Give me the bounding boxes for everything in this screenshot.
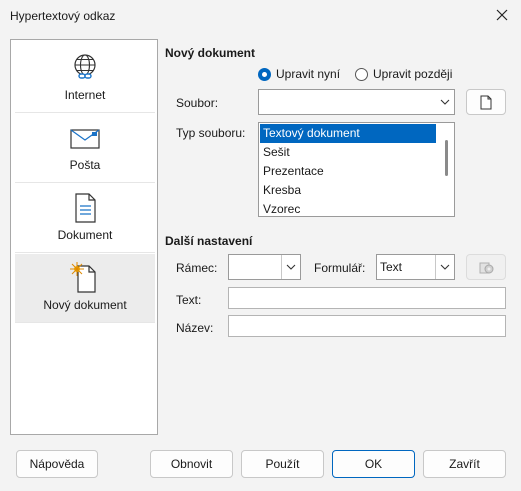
list-item[interactable]: Prezentace — [260, 162, 436, 181]
further-settings-heading: Další nastavení — [165, 234, 253, 248]
name-input[interactable] — [228, 315, 506, 337]
radio-unselected-indicator — [355, 67, 368, 81]
name-label: Název: — [176, 321, 214, 335]
close-button[interactable] — [489, 4, 515, 26]
dropdown-arrow[interactable] — [436, 90, 454, 114]
apply-button[interactable]: Použít — [241, 450, 324, 478]
sidebar-item-new-document[interactable]: Nový dokument — [15, 254, 155, 323]
edit-now-label: Upravit nyní — [276, 67, 341, 81]
sidebar-item-label: Internet — [64, 88, 106, 102]
edit-later-radio[interactable]: Upravit později — [355, 67, 452, 81]
file-type-label: Typ souboru: — [176, 126, 246, 140]
sidebar-item-mail[interactable]: Pošta — [15, 114, 155, 183]
file-combo[interactable] — [258, 89, 455, 115]
list-item[interactable]: Sešit — [260, 143, 436, 162]
macro-gear-icon — [479, 262, 494, 274]
list-scrollbar-thumb[interactable] — [445, 140, 448, 176]
dropdown-arrow[interactable] — [281, 255, 300, 279]
file-label: Soubor: — [176, 96, 219, 110]
text-label: Text: — [176, 293, 202, 307]
hyperlink-type-sidebar: Internet Pošta Dokument Nový dokument — [10, 39, 158, 435]
close-icon — [496, 9, 508, 21]
sidebar-item-internet[interactable]: Internet — [15, 44, 155, 113]
chevron-down-icon — [286, 264, 296, 270]
edit-now-radio[interactable]: Upravit nyní — [258, 67, 340, 81]
new-document-heading: Nový dokument — [165, 46, 256, 60]
sidebar-item-label: Nový dokument — [43, 298, 127, 312]
events-button[interactable] — [466, 254, 506, 280]
list-item-selected[interactable]: Textový dokument — [260, 124, 436, 143]
sidebar-item-label: Dokument — [57, 228, 113, 242]
chevron-down-icon — [440, 99, 450, 105]
radio-selected-indicator — [258, 67, 271, 81]
mail-envelope-icon — [70, 129, 100, 149]
form-combo[interactable]: Text — [376, 254, 455, 280]
document-icon — [75, 193, 96, 223]
frame-combo[interactable] — [228, 254, 301, 280]
close-dialog-button[interactable]: Zavřít — [423, 450, 506, 478]
frame-label: Rámec: — [176, 261, 218, 275]
new-document-icon — [70, 262, 96, 293]
globe-link-icon — [74, 54, 96, 79]
reset-button[interactable]: Obnovit — [150, 450, 233, 478]
document-icon — [480, 95, 492, 109]
window-title: Hypertextový odkaz — [10, 9, 116, 23]
form-label: Formulář: — [314, 261, 366, 275]
chevron-down-icon — [440, 264, 450, 270]
select-path-button[interactable] — [466, 89, 506, 115]
ok-button[interactable]: OK — [332, 450, 415, 478]
sidebar-item-document[interactable]: Dokument — [15, 184, 155, 253]
text-input[interactable] — [228, 287, 506, 309]
list-item[interactable]: Kresba — [260, 181, 436, 200]
file-type-list[interactable]: Textový dokument Sešit Prezentace Kresba… — [258, 122, 455, 217]
dropdown-arrow[interactable] — [435, 255, 454, 279]
list-item[interactable]: Vzorec — [260, 200, 436, 216]
help-button[interactable]: Nápověda — [16, 450, 98, 478]
title-bar: Hypertextový odkaz — [0, 0, 521, 30]
sidebar-item-label: Pošta — [69, 158, 101, 172]
form-value: Text — [380, 260, 403, 274]
edit-later-label: Upravit později — [373, 67, 453, 81]
